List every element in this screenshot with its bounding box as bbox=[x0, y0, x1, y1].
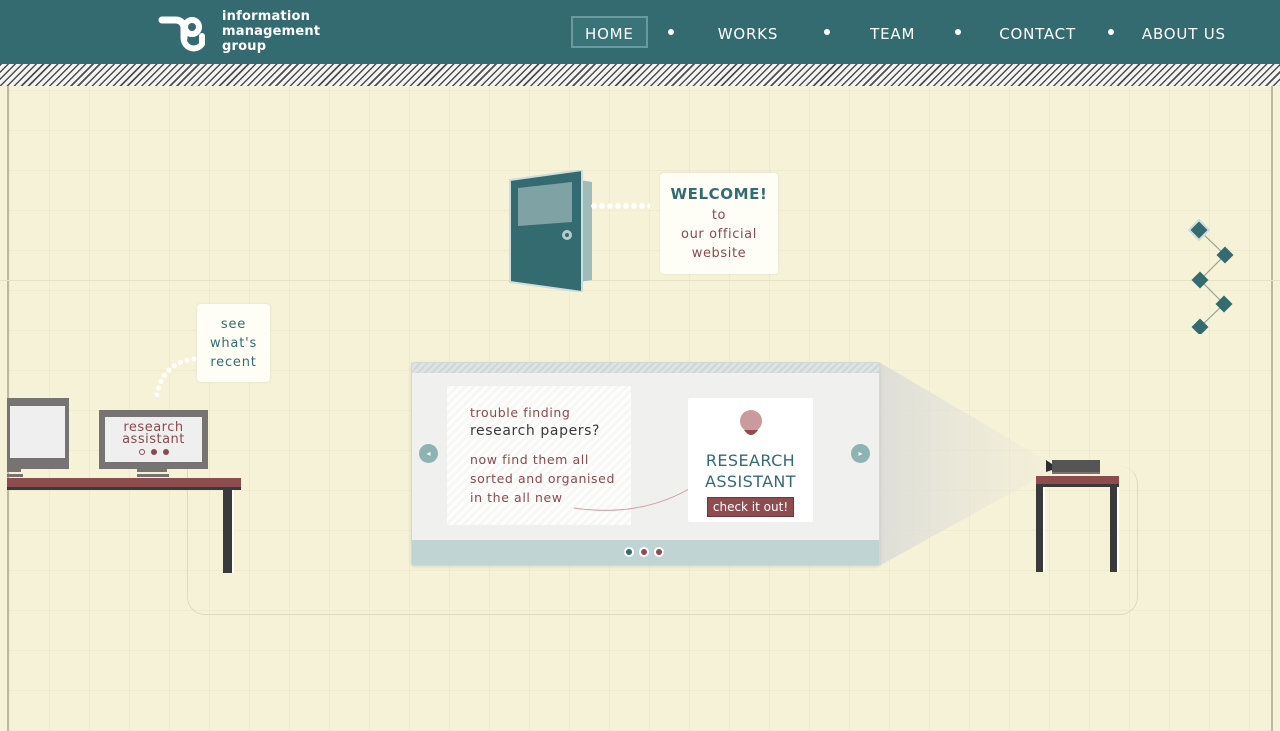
monitor-screen: research assistant bbox=[105, 417, 202, 462]
card-title-line: RESEARCH bbox=[705, 451, 796, 470]
slider-top-bar bbox=[412, 363, 879, 373]
slide-line: now find them all bbox=[470, 452, 589, 467]
nav-home[interactable]: HOME bbox=[571, 16, 648, 48]
slide-line: research papers? bbox=[470, 423, 601, 439]
recent-bubble[interactable]: see what's recent bbox=[197, 304, 270, 382]
nav-works[interactable]: WORKS bbox=[704, 16, 792, 48]
welcome-line: website bbox=[691, 246, 747, 261]
slider-bottom-bar bbox=[412, 540, 879, 565]
slider-prev-button[interactable]: ◂ bbox=[419, 444, 438, 463]
monitor bbox=[7, 398, 69, 469]
welcome-line: to bbox=[711, 208, 727, 223]
recent-line: what's bbox=[209, 336, 258, 351]
desk-leg bbox=[1036, 487, 1045, 572]
nav-team[interactable]: TEAM bbox=[856, 16, 929, 48]
recent-line: see bbox=[220, 317, 247, 332]
slider-dot[interactable] bbox=[624, 547, 634, 557]
slider-next-button[interactable]: ▸ bbox=[851, 444, 870, 463]
curved-arrow-icon bbox=[573, 484, 696, 511]
logo[interactable]: information management group bbox=[158, 8, 328, 56]
monitor-dots bbox=[105, 449, 202, 455]
recent-line: recent bbox=[210, 355, 257, 370]
slider-pagination bbox=[624, 547, 664, 557]
logo-line: management bbox=[222, 24, 321, 39]
site-header: information management group HOME WORKS … bbox=[0, 0, 1280, 64]
welcome-title: WELCOME! bbox=[670, 185, 768, 203]
logo-line: information bbox=[222, 9, 311, 24]
desk bbox=[1036, 476, 1119, 487]
desk-leg bbox=[1110, 487, 1119, 572]
desk-leg bbox=[223, 490, 234, 573]
nav-separator-dot bbox=[667, 29, 674, 35]
monitor-stand bbox=[137, 474, 169, 477]
monitor-stand bbox=[7, 469, 21, 472]
slider-dot[interactable] bbox=[654, 547, 664, 557]
main-nav: HOME WORKS TEAM CONTACT ABOUT US bbox=[571, 16, 1240, 48]
desk bbox=[7, 478, 241, 490]
nav-about-us[interactable]: ABOUT US bbox=[1128, 16, 1240, 48]
header-stripe bbox=[0, 64, 1280, 86]
dotted-arc bbox=[153, 356, 197, 403]
welcome-line: our official bbox=[681, 227, 757, 242]
welcome-bubble: WELCOME! to our official website bbox=[660, 173, 778, 274]
logo-mark-icon bbox=[158, 16, 205, 52]
logo-text: information management group bbox=[222, 9, 320, 54]
lightbulb-icon bbox=[739, 410, 762, 435]
nav-contact[interactable]: CONTACT bbox=[985, 16, 1090, 48]
logo-line: group bbox=[222, 39, 267, 54]
monitor-screen bbox=[10, 406, 65, 458]
horizon-line bbox=[0, 280, 1280, 281]
nav-separator-dot bbox=[955, 29, 962, 35]
check-it-out-button[interactable]: check it out! bbox=[706, 497, 795, 517]
projector-icon bbox=[1046, 460, 1100, 474]
dotted-connector bbox=[590, 203, 650, 209]
monitor-stand bbox=[137, 469, 167, 472]
nav-separator-dot bbox=[1107, 29, 1114, 35]
slide-line: trouble finding bbox=[470, 405, 571, 420]
card-title-line: ASSISTANT bbox=[705, 472, 796, 491]
slider-dot[interactable] bbox=[639, 547, 649, 557]
nav-separator-dot bbox=[824, 29, 831, 35]
research-assistant-monitor[interactable]: research assistant bbox=[99, 410, 208, 469]
door-icon bbox=[509, 168, 592, 294]
door-illustration[interactable] bbox=[508, 168, 592, 294]
research-assistant-card: RESEARCH ASSISTANT check it out! bbox=[688, 398, 813, 522]
feature-slider: trouble finding research papers? now fin… bbox=[411, 362, 880, 566]
monitor-line: assistant bbox=[122, 432, 185, 447]
timeline-nav[interactable] bbox=[1186, 218, 1236, 334]
welcome-subtitle: to our official website bbox=[660, 206, 778, 263]
card-title: RESEARCH ASSISTANT bbox=[688, 450, 813, 492]
monitor-stand bbox=[7, 474, 23, 477]
